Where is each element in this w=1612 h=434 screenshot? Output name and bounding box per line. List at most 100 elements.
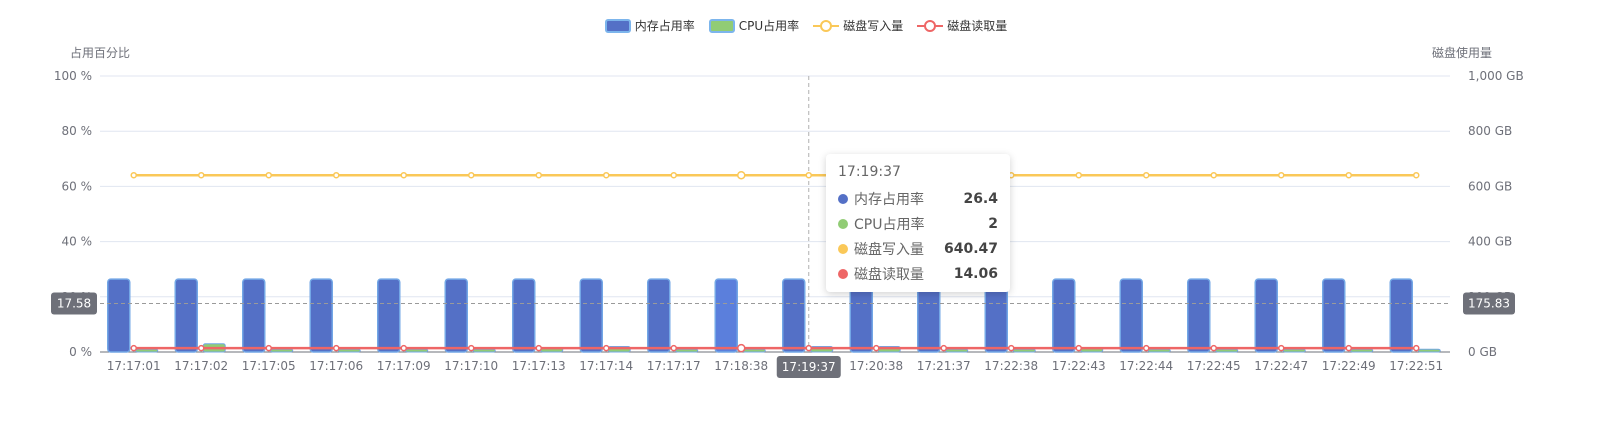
y-left-tick-label: 60 % — [62, 179, 93, 193]
crosshair-right-label: 175.83 — [1468, 296, 1510, 310]
tooltip-name-disk-read: 磁盘读取量 — [854, 266, 924, 283]
point-disk-write — [400, 171, 407, 179]
y-left-axis-title: 占用百分比 — [70, 45, 130, 60]
point-disk-write — [1210, 171, 1217, 179]
tooltip-dot-cpu — [838, 218, 848, 229]
bar-memory — [107, 278, 131, 353]
y-left-tick-label: 100 % — [54, 69, 92, 83]
bar-cpu — [270, 348, 294, 353]
point-disk-write — [535, 171, 542, 179]
bar-cpu — [337, 348, 361, 353]
tooltip-title: 17:19:37 — [838, 164, 901, 180]
bar-cpu — [1350, 348, 1374, 353]
x-tick-label: 17:20:38 — [849, 359, 903, 373]
y-right-tick-label: 800 GB — [1468, 124, 1512, 138]
bar-memory — [444, 278, 468, 353]
point-disk-read — [670, 344, 677, 352]
tooltip-row-memory: 内存占用率 26.4 — [838, 186, 998, 211]
bar-memory — [647, 278, 671, 353]
bar-cpu — [1215, 348, 1239, 353]
bar-memory — [1389, 278, 1413, 353]
point-disk-read — [873, 344, 880, 352]
tooltip-row-disk-read: 磁盘读取量 14.06 — [838, 261, 998, 286]
bar-cpu — [472, 348, 496, 353]
point-disk-read — [1143, 344, 1150, 352]
x-tick-label: 17:17:09 — [377, 359, 431, 373]
x-tick-label: 17:17:05 — [242, 359, 296, 373]
point-disk-write — [1345, 171, 1352, 179]
y-right-tick-label: 400 GB — [1468, 235, 1512, 249]
x-tick-label: 17:17:06 — [309, 359, 363, 373]
x-tick-label: 17:22:45 — [1187, 359, 1241, 373]
x-tick-label: 17:17:01 — [107, 359, 161, 373]
x-tick-label: 17:22:44 — [1119, 359, 1173, 373]
tooltip-dot-disk-write — [838, 243, 848, 254]
bar-cpu — [135, 348, 159, 353]
point-disk-read — [198, 344, 205, 352]
bar-memory — [1322, 278, 1346, 353]
point-disk-write — [1075, 171, 1082, 179]
tooltip-value-cpu: 2 — [988, 215, 998, 232]
bar-cpu — [675, 348, 699, 353]
crosshair-left-label: 17.58 — [57, 296, 91, 310]
point-disk-write — [737, 170, 746, 180]
x-tick-label: 17:22:38 — [984, 359, 1038, 373]
bar-memory — [309, 278, 333, 353]
point-disk-write — [1278, 171, 1285, 179]
y-left-tick-label: 80 % — [62, 124, 93, 138]
point-disk-write — [198, 171, 205, 179]
bar-cpu — [1147, 348, 1171, 353]
point-disk-read — [1345, 344, 1352, 352]
bar-cpu — [1417, 348, 1441, 353]
point-disk-write — [333, 171, 340, 179]
point-disk-read — [940, 344, 947, 352]
bar-memory — [377, 278, 401, 353]
tooltip-value-disk-read: 14.06 — [953, 265, 998, 282]
y-right-axis-title: 磁盘使用量 — [1432, 45, 1492, 60]
tooltip-name-memory: 内存占用率 — [854, 191, 924, 208]
x-tick-label: 17:22:43 — [1052, 359, 1106, 373]
bar-cpu — [945, 348, 969, 353]
x-tick-label: 17:21:37 — [917, 359, 971, 373]
point-disk-read — [737, 343, 746, 353]
point-disk-read — [1075, 344, 1082, 352]
tooltip-dot-disk-read — [838, 268, 848, 279]
point-disk-read — [130, 344, 137, 352]
x-tick-label: 17:17:14 — [579, 359, 633, 373]
point-disk-read — [1008, 344, 1015, 352]
y-right-tick-label: 600 GB — [1468, 179, 1512, 193]
tooltip-value-disk-write: 640.47 — [943, 240, 998, 257]
tooltip-name-cpu: CPU占用率 — [854, 216, 925, 233]
x-tick-label: 17:22:47 — [1254, 359, 1308, 373]
bar-cpu — [405, 348, 429, 353]
bar-cpu — [1012, 348, 1036, 353]
crosshair-x-label: 17:19:37 — [782, 360, 836, 374]
point-disk-read — [805, 344, 812, 352]
bar-memory — [1052, 278, 1076, 353]
tooltip: 17:19:37 内存占用率 26.4 CPU占用率 2 磁盘写入量 640.4… — [826, 154, 1010, 292]
point-disk-write — [603, 171, 610, 179]
point-disk-write — [805, 171, 812, 179]
point-disk-write — [468, 171, 475, 179]
bar-memory — [174, 278, 198, 353]
bar-memory — [782, 278, 806, 353]
point-disk-write — [1413, 171, 1420, 179]
x-tick-label: 17:18:38 — [714, 359, 768, 373]
bar-memory — [242, 278, 266, 353]
tooltip-row-cpu: CPU占用率 2 — [838, 211, 998, 236]
tooltip-value-memory: 26.4 — [963, 190, 998, 207]
point-disk-write — [265, 171, 272, 179]
bar-memory — [1254, 278, 1278, 353]
tooltip-name-disk-write: 磁盘写入量 — [854, 241, 924, 258]
point-disk-read — [468, 344, 475, 352]
tooltip-dot-memory — [838, 193, 848, 204]
point-disk-read — [1278, 344, 1285, 352]
y-right-tick-label: 1,000 GB — [1468, 69, 1524, 83]
x-tick-label: 17:17:13 — [512, 359, 566, 373]
point-disk-write — [130, 171, 137, 179]
point-disk-read — [1210, 344, 1217, 352]
point-disk-read — [265, 344, 272, 352]
tooltip-row-disk-write: 磁盘写入量 640.47 — [838, 236, 998, 261]
bar-memory — [1187, 278, 1211, 353]
point-disk-read — [333, 344, 340, 352]
